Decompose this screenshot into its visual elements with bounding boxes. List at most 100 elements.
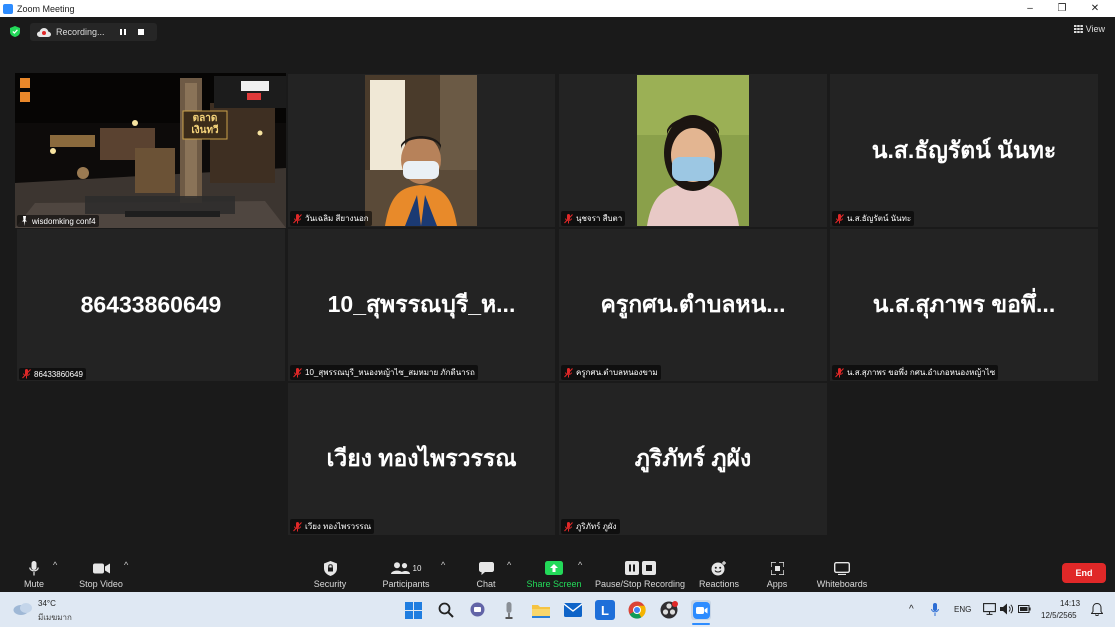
minimize-button[interactable]: – [1013,0,1047,17]
participant-display-name: 86433860649 [80,291,222,318]
pause-icon [120,29,126,35]
grid-view-icon [1073,25,1083,33]
view-label: View [1085,24,1105,34]
whiteboards-button[interactable]: Whiteboards [812,555,872,592]
tray-overflow-chevron-icon[interactable]: ^ [909,604,914,615]
reactions-button[interactable]: Reactions [697,555,741,592]
pause-stop-recording-label: Pause/Stop Recording [594,579,686,589]
window-titlebar: Zoom Meeting – ❐ ✕ [0,0,1115,17]
tray-microphone-icon[interactable] [931,603,939,616]
name-tile-participant-10[interactable]: ภูริภัทร์ ภูผัง ภูริภัทร์ ภูผัง [559,383,827,535]
weather-description[interactable]: มีเมฆมาก [38,611,72,624]
mic-off-icon [293,213,302,223]
stop-recording-icon [641,561,656,575]
zoom-app-icon [3,3,13,14]
security-button[interactable]: Security [309,555,351,592]
window-title: Zoom Meeting [17,3,75,14]
name-tile-participant-7[interactable]: ครูกศน.ตำบลหน... ครูกศน.ตำบลหนองขาม [559,229,827,381]
windows-taskbar: 34°C มีเมฆมาก L ^ ENG 14:13 12/5/2565 [0,592,1115,627]
pause-recording-button[interactable] [114,25,132,39]
name-tile-participant-6[interactable]: 10_สุพรรณบุรี_ห... 10_สุพรรณบุรี_หนองหญ้… [288,229,555,381]
windows-start-icon[interactable] [403,600,423,620]
notification-bell-icon[interactable] [1091,603,1103,616]
view-button[interactable]: View [1073,24,1105,34]
file-explorer-icon[interactable] [531,600,551,620]
weather-temperature[interactable]: 34°C [38,599,56,608]
chat-button[interactable]: Chat [472,555,500,592]
chat-label: Chat [476,579,496,589]
name-tile-participant-8[interactable]: น.ส.สุภาพร ขอพึ่... น.ส.สุภาพร ขอพึ่ง กศ… [830,229,1098,381]
clock-date[interactable]: 12/5/2565 [1041,611,1077,620]
participant-name: ภูริภัทร์ ภูผัง [576,522,617,531]
microphone-app-icon[interactable] [499,600,519,620]
clock-time[interactable]: 14:13 [1060,599,1080,608]
participant-label: 86433860649 [19,368,86,380]
meeting-area: Recording... View ตลาด เงินทวี wisdomkin… [0,17,1115,555]
share-screen-label: Share Screen [526,579,582,589]
participants-count: 10 [412,563,422,573]
participant-name: 86433860649 [34,369,83,379]
participant-label: น.ส.ธัญรัตน์ นันทะ [832,211,915,226]
video-tile-participant-3[interactable]: นุชจรา สืบตา [559,74,827,227]
participant-label: wisdomking conf4 [17,215,99,227]
video-feed-market [15,73,286,228]
mail-icon[interactable] [563,600,583,620]
search-icon[interactable] [436,600,456,620]
participant-display-name: ภูริภัทร์ ภูผัง [634,445,752,471]
network-icon[interactable] [983,603,996,615]
reactions-label: Reactions [698,579,740,589]
audio-options-chevron-icon[interactable]: ^ [53,560,57,570]
volume-icon[interactable] [1000,603,1013,615]
end-meeting-button[interactable]: End [1062,563,1106,583]
participant-name: 10_สุพรรณบุรี_หนองหญ้าไซ_สมหมาย ภักดีนาร… [305,368,475,377]
video-tile-participant-2[interactable]: วันเฉลิม สียางนอก [288,74,555,227]
pause-stop-recording-button[interactable]: Pause/Stop Recording [594,555,686,592]
maximize-button[interactable]: ❐ [1045,0,1079,17]
chrome-icon[interactable] [627,600,647,620]
participants-options-chevron-icon[interactable]: ^ [441,560,445,570]
market-signage: ตลาด เงินทวี [191,113,219,136]
stop-recording-button[interactable] [132,25,150,39]
reactions-emoji-icon [711,560,726,575]
share-screen-icon [545,561,563,575]
cloud-recording-icon [37,27,51,37]
input-language[interactable]: ENG [954,605,971,614]
video-feed-man [365,75,477,226]
participant-label: นุชจรา สืบตา [561,211,626,226]
stop-video-button[interactable]: Stop Video [76,555,126,592]
participant-label: วันเฉลิม สียางนอก [290,211,372,226]
l-app-icon[interactable]: L [595,600,615,620]
teams-chat-icon[interactable] [467,600,487,620]
name-tile-participant-9[interactable]: เวียง ทองไพรวรรณ เวียง ทองไพรวรรณ [288,383,555,535]
battery-icon[interactable] [1018,603,1031,615]
participant-label: ภูริภัทร์ ภูผัง [561,519,620,534]
share-screen-button[interactable]: Share Screen [526,555,582,592]
obs-studio-icon[interactable] [659,600,679,620]
chat-options-chevron-icon[interactable]: ^ [507,560,511,570]
name-tile-participant-4[interactable]: น.ส.ธัญรัตน์ นันทะ น.ส.ธัญรัตน์ นันทะ [830,74,1098,227]
video-camera-icon [92,563,110,573]
participant-display-name: น.ส.สุภาพร ขอพึ่... [872,291,1056,317]
share-options-chevron-icon[interactable]: ^ [578,560,582,570]
shield-icon[interactable] [10,26,20,37]
participant-name: wisdomking conf4 [32,216,96,226]
video-tile-wisdomking[interactable]: ตลาด เงินทวี wisdomking conf4 [15,73,286,228]
mic-off-icon [22,369,31,379]
participant-name: น.ส.ธัญรัตน์ นันทะ [847,214,912,223]
zoom-taskbar-icon[interactable] [691,600,711,620]
video-feed-woman [637,75,749,226]
participants-label: Participants [382,579,430,589]
microphone-icon [29,560,39,575]
participant-label: 10_สุพรรณบุรี_หนองหญ้าไซ_สมหมาย ภักดีนาร… [290,365,478,380]
mute-button[interactable]: Mute [18,555,50,592]
weather-cloud-icon[interactable] [13,601,33,616]
recording-indicator: Recording... [30,23,157,41]
apps-button[interactable]: Apps [762,555,792,592]
mic-off-icon [835,213,844,223]
video-options-chevron-icon[interactable]: ^ [124,560,128,570]
participant-name: เวียง ทองไพรวรรณ [305,522,372,531]
close-button[interactable]: ✕ [1078,0,1112,17]
participants-button[interactable]: 10 Participants [378,555,434,592]
security-label: Security [313,579,347,589]
name-tile-participant-5[interactable]: 86433860649 86433860649 [17,229,285,381]
